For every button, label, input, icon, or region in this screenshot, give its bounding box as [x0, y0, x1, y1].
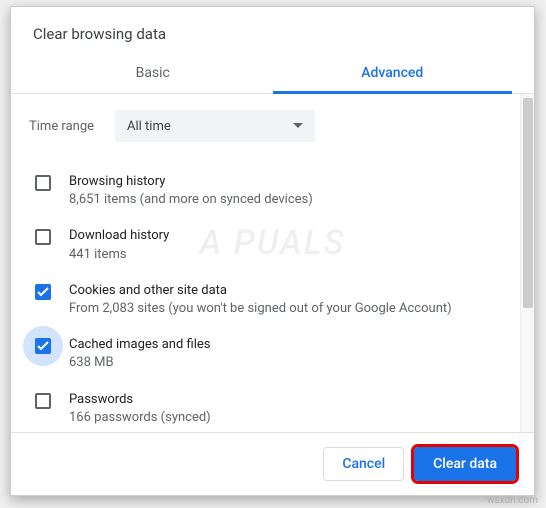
row-browsing-history[interactable]: Browsing history 8,651 items (and more o…: [29, 164, 502, 218]
row-title: Browsing history: [69, 173, 496, 191]
chevron-down-icon: [293, 123, 303, 129]
tab-basic[interactable]: Basic: [33, 53, 273, 93]
row-text: Download history 441 items: [69, 227, 496, 263]
dialog-content: A PUALS Time range All time Browsing his…: [11, 94, 520, 432]
content-wrap: A PUALS Time range All time Browsing his…: [11, 94, 534, 432]
time-range-value: All time: [127, 119, 171, 134]
row-sub: 166 passwords (synced): [69, 409, 496, 427]
checkbox-cached[interactable]: [35, 338, 51, 354]
cancel-button[interactable]: Cancel: [323, 447, 404, 481]
row-title: Cached images and files: [69, 336, 496, 354]
row-text: Browsing history 8,651 items (and more o…: [69, 173, 496, 209]
row-text: Cached images and files 638 MB: [69, 336, 496, 372]
row-cached[interactable]: Cached images and files 638 MB: [29, 327, 502, 381]
tab-advanced[interactable]: Advanced: [273, 53, 513, 93]
row-sub: From 2,083 sites (you won't be signed ou…: [69, 300, 496, 318]
row-sub: 638 MB: [69, 354, 496, 372]
time-range-label: Time range: [29, 119, 115, 134]
row-sub: 441 items: [69, 246, 496, 264]
row-title: Cookies and other site data: [69, 282, 496, 300]
clear-browsing-data-dialog: Clear browsing data Basic Advanced A PUA…: [10, 6, 535, 496]
row-sub: 8,651 items (and more on synced devices): [69, 191, 496, 209]
row-text: Passwords 166 passwords (synced): [69, 391, 496, 427]
row-title: Passwords: [69, 391, 496, 409]
time-range-select[interactable]: All time: [115, 110, 315, 142]
dialog-title: Clear browsing data: [33, 25, 512, 43]
checkmark-icon: [37, 341, 49, 351]
clear-data-button[interactable]: Clear data: [414, 447, 516, 481]
checkbox-cookies[interactable]: [35, 284, 51, 300]
row-title: Download history: [69, 227, 496, 245]
watermark-site: wsxdn.com: [487, 495, 538, 506]
dialog-footer: Cancel Clear data: [11, 432, 534, 495]
time-range-row: Time range All time: [29, 110, 502, 142]
row-cookies[interactable]: Cookies and other site data From 2,083 s…: [29, 273, 502, 327]
scrollbar-thumb[interactable]: [523, 98, 533, 308]
checkbox-passwords[interactable]: [35, 393, 51, 409]
tab-bar: Basic Advanced: [11, 53, 534, 94]
row-download-history[interactable]: Download history 441 items: [29, 218, 502, 272]
dialog-header: Clear browsing data: [11, 7, 534, 53]
scrollbar[interactable]: [520, 94, 534, 432]
checklist: Browsing history 8,651 items (and more o…: [29, 164, 502, 432]
checkmark-icon: [37, 287, 49, 297]
row-text: Cookies and other site data From 2,083 s…: [69, 282, 496, 318]
row-passwords[interactable]: Passwords 166 passwords (synced): [29, 382, 502, 433]
checkbox-browsing-history[interactable]: [35, 175, 51, 191]
checkbox-download-history[interactable]: [35, 229, 51, 245]
